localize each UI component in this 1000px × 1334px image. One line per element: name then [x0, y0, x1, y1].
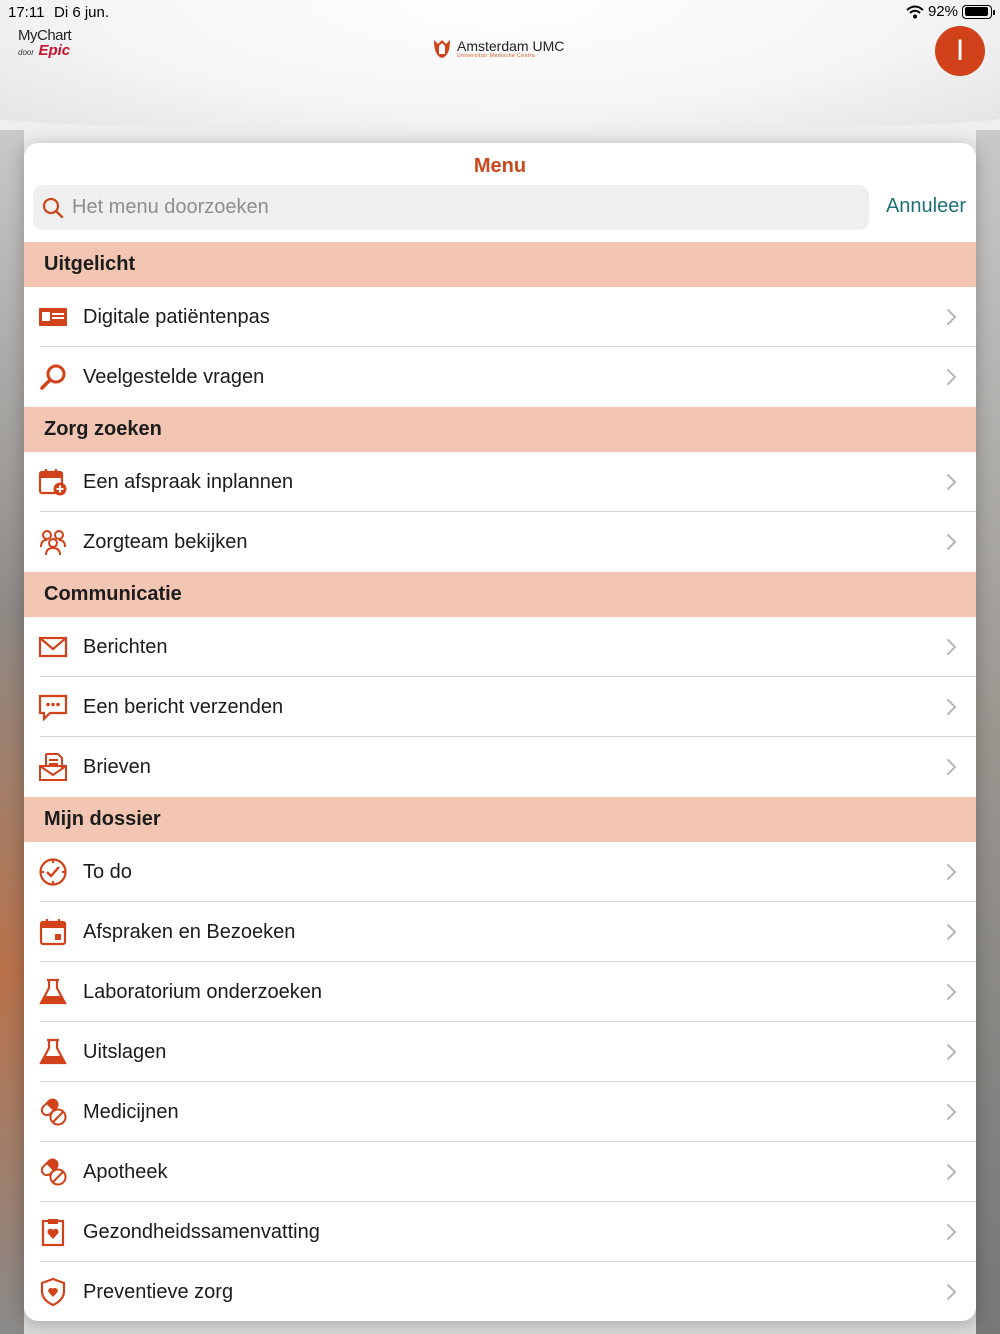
menu-item-label: Berichten: [83, 635, 168, 658]
battery-icon: [962, 4, 995, 19]
care-team-icon: [38, 527, 68, 557]
shield-heart-icon: [38, 1277, 68, 1307]
flask-icon: [38, 1037, 68, 1067]
calendar-add-icon: [38, 467, 68, 497]
menu-list: Uitgelicht Digitale patiëntenpas Veelgeste…: [24, 242, 976, 1321]
menu-item-label: Apotheek: [83, 1160, 168, 1183]
menu-item-to-do[interactable]: To do: [24, 842, 976, 902]
chevron-right-icon: [947, 699, 957, 715]
menu-item-apotheek[interactable]: Apotheek: [24, 1142, 976, 1202]
chevron-right-icon: [947, 1164, 957, 1180]
pills-icon: [38, 1157, 68, 1187]
amsterdam-umc-logo: Amsterdam UMC Universitair Medische Cent…: [432, 38, 564, 60]
menu-item-medicijnen[interactable]: Medicijnen: [24, 1082, 976, 1142]
chevron-right-icon: [947, 984, 957, 1000]
mychart-logo-epic: Epic: [38, 42, 71, 59]
search-input[interactable]: [72, 196, 852, 219]
background-right: [976, 130, 1000, 1334]
menu-sheet: Menu Annuleer Uitgelicht Digitale patiënt…: [24, 143, 976, 1321]
menu-item-label: Preventieve zorg: [83, 1280, 234, 1303]
menu-item-label: Digitale patiëntenpas: [83, 305, 270, 328]
section-header-zorg-zoeken: Zorg zoeken: [24, 407, 976, 452]
menu-item-label: Brieven: [83, 755, 151, 778]
chevron-right-icon: [947, 1104, 957, 1120]
checklist-clock-icon: [38, 857, 68, 887]
menu-item-label: Veelgestelde vragen: [83, 365, 265, 388]
menu-item-label: Gezondheidssamenvatting: [83, 1220, 320, 1243]
menu-item-brieven[interactable]: Brieven: [24, 737, 976, 797]
section-header-communicatie: Communicatie: [24, 572, 976, 617]
menu-item-zorgteam-bekijken[interactable]: Zorgteam bekijken: [24, 512, 976, 572]
menu-item-label: Zorgteam bekijken: [83, 530, 248, 553]
tulip-icon: [434, 40, 450, 58]
menu-item-label: Afspraken en Bezoeken: [83, 920, 296, 943]
mychart-logo-door: door: [18, 48, 35, 57]
magnifier-icon: [38, 362, 68, 392]
menu-item-een-afspraak-inplannen[interactable]: Een afspraak inplannen: [24, 452, 976, 512]
chevron-right-icon: [947, 369, 957, 385]
menu-item-uitslagen[interactable]: Uitslagen: [24, 1022, 976, 1082]
wifi-icon: [906, 5, 924, 18]
menu-item-veelgestelde-vragen[interactable]: Veelgestelde vragen: [24, 347, 976, 407]
status-bar: 17:11 Di 6 jun. 92%: [0, 0, 1000, 26]
search-row: Annuleer: [24, 185, 976, 242]
menu-item-berichten[interactable]: Berichten: [24, 617, 976, 677]
chevron-right-icon: [947, 474, 957, 490]
flask-icon: [38, 977, 68, 1007]
menu-item-een-bericht-verzenden[interactable]: Een bericht verzenden: [24, 677, 976, 737]
chevron-right-icon: [947, 1044, 957, 1060]
menu-item-label: Een afspraak inplannen: [83, 470, 294, 493]
calendar-icon: [38, 917, 68, 947]
chat-bubble-icon: [38, 692, 68, 722]
chevron-right-icon: [947, 1224, 957, 1240]
pills-icon: [38, 1097, 68, 1127]
menu-item-preventieve-zorg[interactable]: Preventieve zorg: [24, 1262, 976, 1321]
avatar[interactable]: I: [935, 26, 985, 76]
menu-item-afspraken-en-bezoeken[interactable]: Afspraken en Bezoeken: [24, 902, 976, 962]
mychart-logo: MyChart door Epic: [18, 27, 72, 59]
chevron-right-icon: [947, 864, 957, 880]
letter-icon: [38, 752, 68, 782]
menu-item-label: Een bericht verzenden: [83, 695, 284, 718]
menu-item-label: Uitslagen: [83, 1040, 167, 1063]
chevron-right-icon: [947, 924, 957, 940]
id-card-icon: [38, 302, 68, 332]
mychart-logo-text: MyChart: [18, 27, 72, 44]
menu-item-label: To do: [83, 860, 132, 883]
envelope-icon: [38, 632, 68, 662]
menu-title: Menu: [473, 155, 527, 177]
menu-item-digitale-patientenpas[interactable]: Digitale patiëntenpas: [24, 287, 976, 347]
background-left: [0, 130, 24, 1334]
search-box[interactable]: [33, 185, 869, 230]
menu-item-laboratorium-onderzoeken[interactable]: Laboratorium onderzoeken: [24, 962, 976, 1022]
section-header-uitgelicht: Uitgelicht: [24, 242, 976, 287]
search-icon: [42, 197, 64, 218]
menu-item-label: Medicijnen: [83, 1100, 179, 1123]
section-header-mijn-dossier: Mijn dossier: [24, 797, 976, 842]
battery-percent: 92%: [927, 3, 958, 20]
hospital-name: Amsterdam UMC: [457, 38, 565, 54]
chevron-right-icon: [947, 534, 957, 550]
menu-item-gezondheidssamenvatting[interactable]: Gezondheidssamenvatting: [24, 1202, 976, 1262]
status-time: 17:11: [8, 4, 45, 21]
chevron-right-icon: [947, 639, 957, 655]
chevron-right-icon: [947, 309, 957, 325]
status-date: Di 6 jun.: [54, 4, 110, 21]
menu-item-label: Laboratorium onderzoeken: [83, 980, 323, 1003]
cancel-button[interactable]: Annuleer: [886, 195, 966, 218]
clipboard-heart-icon: [38, 1217, 68, 1247]
chevron-right-icon: [947, 759, 957, 775]
chevron-right-icon: [947, 1284, 957, 1300]
